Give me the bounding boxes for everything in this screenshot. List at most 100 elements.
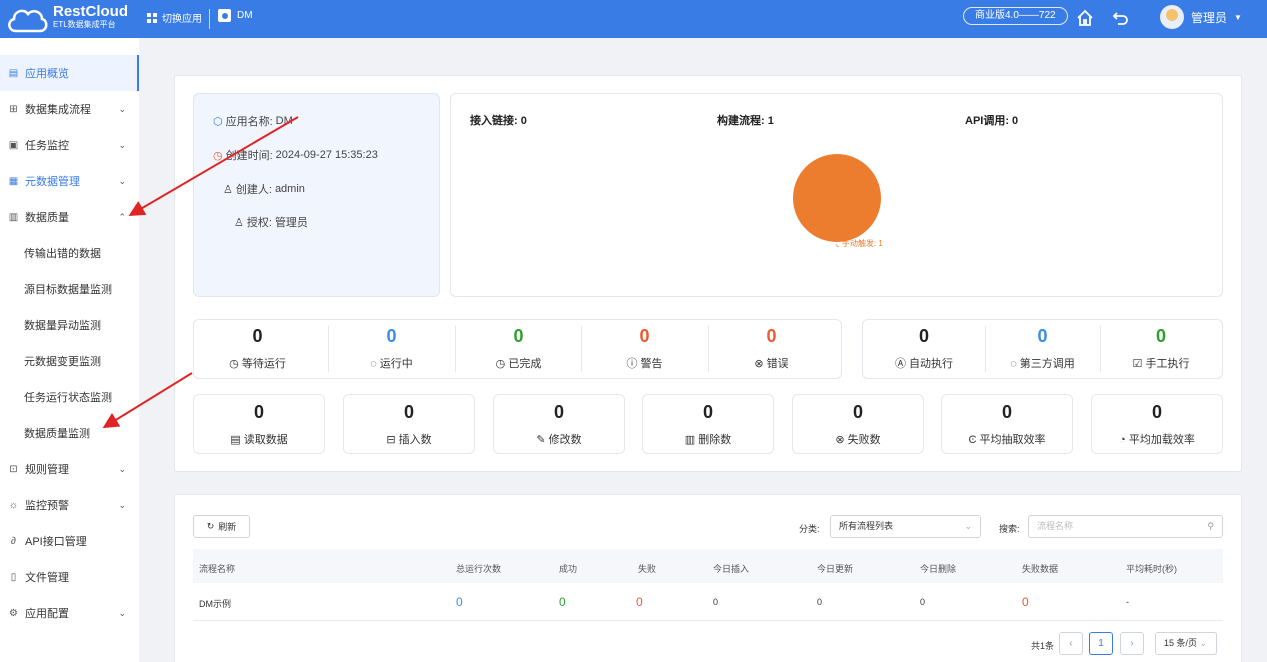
current-app[interactable]: DM [218, 9, 253, 22]
sidebar-item-api[interactable]: ∂ API接口管理 [0, 523, 139, 559]
dashboard-icon: ▤ [8, 67, 19, 79]
refresh-button[interactable]: ↻ 刷新 [193, 515, 250, 538]
status-label-text: 错误 [766, 358, 789, 370]
sidebar-subitem-task-status[interactable]: 任务运行状态监测 [0, 379, 139, 415]
status-completed[interactable]: 0 ◷ 已完成 [455, 320, 582, 378]
sidebar-item-label: 数据质量 [25, 212, 69, 224]
sidebar-item-label: 文件管理 [25, 572, 69, 584]
sidebar-item-rules[interactable]: ⊡ 规则管理 ⌄ [0, 451, 139, 487]
sidebar-subitem-transfer-errors[interactable]: 传输出错的数据 [0, 235, 139, 271]
sidebar-item-metadata[interactable]: ▦ 元数据管理 ⌄ [0, 163, 139, 199]
sidebar-item-integration-flow[interactable]: ⊞ 数据集成流程 ⌄ [0, 91, 139, 127]
sidebar-subitem-volume-monitor[interactable]: 源目标数据量监测 [0, 271, 139, 307]
exec-mode-box: 0 Ⓐ 自动执行 0 ◌ 第三方调用 0 ☑ 手工执行 [862, 319, 1223, 379]
chevron-down-icon: ⌄ [118, 175, 126, 186]
sidebar-item-app-config[interactable]: ⚙ 应用配置 ⌄ [0, 595, 139, 631]
metric-insert[interactable]: 0 ⊟ 插入数 [343, 394, 475, 454]
sidebar-subitem-anomaly-monitor[interactable]: 数据量异动监测 [0, 307, 139, 343]
category-select[interactable]: 所有流程列表 ⌄ [830, 515, 981, 538]
refresh-icon: ↻ [206, 521, 215, 531]
sidebar-item-overview[interactable]: ▤ 应用概览 [0, 55, 139, 91]
column-header: 失败数据 [1022, 564, 1059, 574]
metric-read[interactable]: 0 ▤ 读取数据 [193, 394, 325, 454]
read-icon: ▤ [230, 434, 241, 446]
status-error[interactable]: 0 ⊗ 错误 [708, 320, 835, 378]
app-icon [218, 9, 231, 22]
flow-name-cell[interactable]: DM示例 [199, 597, 231, 610]
sidebar-subitem-quality-monitor[interactable]: 数据质量监测 [0, 415, 139, 451]
next-page-button[interactable]: › [1120, 632, 1144, 655]
sidebar-subitem-label: 源目标数据量监测 [24, 284, 112, 296]
exec-count: 0 [1037, 326, 1048, 346]
chevron-down-icon: ⌄ [118, 607, 126, 618]
chevron-left-icon: ‹ [1069, 638, 1073, 649]
metric-value: 0 [253, 402, 264, 422]
status-running[interactable]: 0 ◌ 运行中 [328, 320, 455, 378]
metric-value: 0 [702, 402, 713, 422]
status-label-text: 警告 [640, 358, 663, 370]
pie-slice[interactable] [793, 154, 881, 242]
back-icon[interactable] [1111, 8, 1131, 28]
column-header: 流程名称 [199, 564, 236, 574]
created-time-label: 创建时间: [225, 150, 273, 162]
metric-label-text: 平均加载效率 [1128, 434, 1195, 446]
clock-icon: ◷ [495, 358, 506, 370]
access-links-stat: 接入链接: 0 [470, 115, 527, 127]
exec-auto[interactable]: 0 Ⓐ 自动执行 [863, 320, 985, 378]
metadata-icon: ▦ [8, 175, 19, 187]
sidebar-item-task-monitor[interactable]: ▣ 任务监控 ⌄ [0, 127, 139, 163]
api-icon: ∂ [11, 535, 16, 547]
search-input[interactable]: 流程名称 ⚲ [1028, 515, 1223, 538]
trigger-pie-chart [793, 154, 881, 242]
sidebar-item-label: 监控预警 [25, 500, 69, 512]
clock-icon: ◷ [213, 149, 223, 162]
metric-load-rate[interactable]: 0 ◔ 平均加载效率 [1091, 394, 1223, 454]
created-time-row: ◷ 创建时间: 2024-09-27 15:35:23 [213, 147, 378, 163]
chevron-right-icon: › [1130, 638, 1134, 649]
sidebar-item-label: API接口管理 [25, 536, 87, 548]
logo[interactable]: RestCloud ETL数据集成平台 [6, 3, 136, 35]
table-row[interactable]: DM示例 0 0 0 0 0 0 0 - [193, 583, 1223, 621]
created-time-value: 2024-09-27 15:35:23 [275, 149, 378, 161]
sidebar: ▤ 应用概览 ⊞ 数据集成流程 ⌄ ▣ 任务监控 ⌄ ▦ 元数据管理 ⌄ ▥ 数… [0, 38, 139, 662]
sidebar-subitem-metadata-change[interactable]: 元数据变更监测 [0, 343, 139, 379]
fail-data-cell: 0 [1022, 595, 1029, 609]
page-button[interactable]: 1 [1089, 632, 1113, 655]
exec-manual[interactable]: 0 ☑ 手工执行 [1100, 320, 1222, 378]
status-label-text: 等待运行 [241, 358, 286, 370]
metric-label: ◔ 平均加载效率 [1092, 431, 1222, 447]
exec-third-party[interactable]: 0 ◌ 第三方调用 [985, 320, 1100, 378]
chevron-down-icon: ⌄ [118, 103, 126, 114]
page-size-select[interactable]: 15 条/页 ⌄ [1155, 632, 1217, 655]
auth-row: ♙ 授权: 管理员 [234, 214, 308, 230]
home-icon[interactable] [1075, 8, 1095, 28]
sidebar-subitem-label: 数据量异动监测 [24, 320, 101, 332]
table-header: 流程名称 总运行次数 成功 失败 今日插入 今日更新 今日删除 失败数据 平均耗… [193, 549, 1223, 583]
run-status-box: 0 ◷ 等待运行 0 ◌ 运行中 0 ◷ 已完成 0 ⓘ 警告 0 ⊗ 错误 [193, 319, 842, 379]
user-menu[interactable]: 管理员 ▼ [1160, 5, 1242, 29]
chevron-down-icon: ⌄ [1199, 638, 1208, 648]
exec-label-text: 手工执行 [1145, 358, 1190, 370]
sidebar-item-data-quality[interactable]: ▥ 数据质量 ⌃ [0, 199, 139, 235]
metric-delete[interactable]: 0 ▥ 删除数 [642, 394, 774, 454]
prev-page-button[interactable]: ‹ [1059, 632, 1083, 655]
grid-icon [147, 12, 157, 23]
sidebar-subitem-label: 传输出错的数据 [24, 248, 101, 260]
switch-app-button[interactable]: 切换应用 [147, 10, 202, 25]
auth-value: 管理员 [274, 217, 308, 229]
sidebar-item-files[interactable]: ▯ 文件管理 [0, 559, 139, 595]
metric-extract-rate[interactable]: 0 Ͼ 平均抽取效率 [941, 394, 1073, 454]
sidebar-item-alerts[interactable]: ☼ 监控预警 ⌄ [0, 487, 139, 523]
metric-fail[interactable]: 0 ⊗ 失败数 [792, 394, 924, 454]
search-label: 搜索: [999, 524, 1020, 534]
sidebar-item-label: 应用概览 [25, 68, 69, 80]
column-header: 今日插入 [713, 564, 750, 574]
status-warning[interactable]: 0 ⓘ 警告 [581, 320, 708, 378]
sidebar-subitem-label: 元数据变更监测 [24, 356, 101, 368]
metric-label-text: 读取数据 [243, 434, 288, 446]
metric-modify[interactable]: 0 ✎ 修改数 [493, 394, 625, 454]
file-icon: ▯ [10, 571, 17, 583]
page-size-value: 15 条/页 [1164, 638, 1198, 648]
fail-cell: 0 [636, 595, 643, 609]
status-waiting[interactable]: 0 ◷ 等待运行 [194, 320, 321, 378]
